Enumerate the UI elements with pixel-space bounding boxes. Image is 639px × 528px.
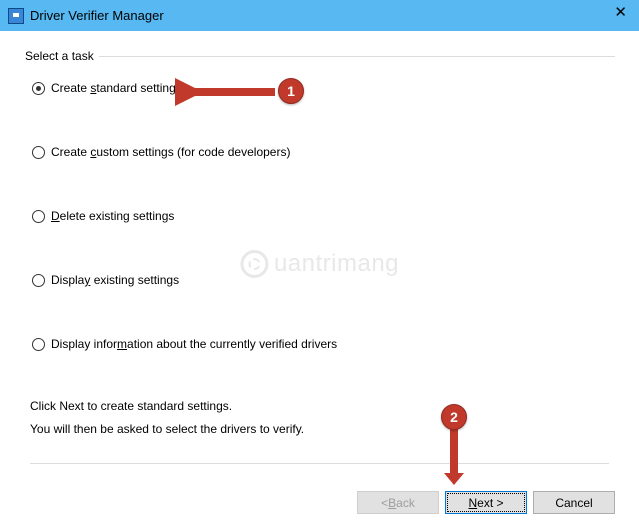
- radio-label: Delete existing settings: [51, 209, 174, 223]
- cancel-button[interactable]: Cancel: [533, 491, 615, 514]
- radio-create-standard[interactable]: Create standard settings: [32, 81, 607, 95]
- content-area: Select a task Create standard settings C…: [0, 31, 639, 464]
- window-title: Driver Verifier Manager: [30, 8, 164, 23]
- close-icon[interactable]: ✕: [614, 5, 627, 20]
- radio-create-custom[interactable]: Create custom settings (for code develop…: [32, 145, 607, 159]
- radio-label: Create custom settings (for code develop…: [51, 145, 290, 159]
- radio-label: Display existing settings: [51, 273, 179, 287]
- separator: [30, 463, 609, 464]
- radio-area: Create standard settings Create custom s…: [24, 63, 615, 389]
- task-group: Select a task Create standard settings C…: [24, 49, 615, 389]
- watermark-text: uantrimang: [274, 250, 399, 278]
- radio-display-info[interactable]: Display information about the currently …: [32, 337, 607, 351]
- next-button[interactable]: Next >: [445, 491, 527, 514]
- hint-text: Click Next to create standard settings. …: [24, 389, 615, 441]
- group-legend: Select a task: [20, 49, 99, 63]
- button-bar: < Back Next > Cancel: [357, 491, 615, 514]
- watermark-icon: [240, 250, 268, 278]
- annotation-badge-1: 1: [278, 78, 304, 104]
- titlebar: Driver Verifier Manager ✕: [0, 0, 639, 31]
- annotation-badge-2: 2: [441, 404, 467, 430]
- back-button: < Back: [357, 491, 439, 514]
- radio-label: Display information about the currently …: [51, 337, 337, 351]
- hint-line-1: Click Next to create standard settings.: [30, 395, 615, 418]
- radio-label: Create standard settings: [51, 81, 182, 95]
- app-icon: [8, 8, 24, 24]
- watermark: uantrimang: [240, 250, 399, 278]
- hint-line-2: You will then be asked to select the dri…: [30, 418, 615, 441]
- radio-delete-existing[interactable]: Delete existing settings: [32, 209, 607, 223]
